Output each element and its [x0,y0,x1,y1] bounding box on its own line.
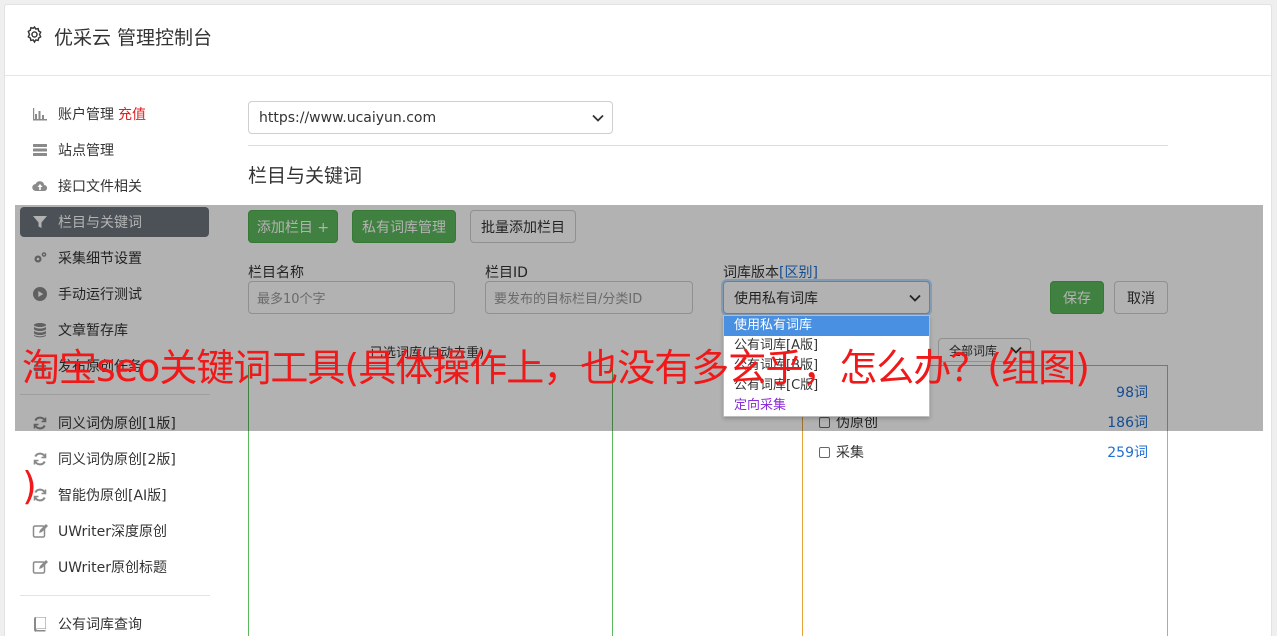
cogs-icon [31,250,48,267]
server-icon [31,142,48,159]
divider [248,145,1168,146]
checkbox[interactable] [819,446,830,458]
sidebar-divider [20,595,210,596]
bar-chart-icon [31,106,48,123]
play-circle-icon [31,286,48,303]
chevron-down-icon [592,114,604,122]
database-icon [31,322,48,339]
difference-link[interactable]: [区别] [779,265,818,281]
column-name-label: 栏目名称 [248,265,304,281]
cancel-button[interactable]: 取消 [1114,281,1168,314]
sidebar-item-label: 同义词伪原创[1版] [58,416,176,432]
page-title: 优采云 管理控制台 [54,27,213,49]
edit-icon [31,559,48,576]
sidebar-item-columns[interactable]: 栏目与关键词 [20,207,209,237]
site-select[interactable]: https://www.ucaiyun.com [248,101,613,134]
sidebar-item-label: 文章暂存库 [58,323,128,339]
sidebar-item-interface[interactable]: 接口文件相关 [20,171,209,201]
sidebar-item-label: 站点管理 [58,143,114,159]
version-select-value: 使用私有词库 [734,290,818,307]
sidebar-item-account[interactable]: 账户管理 充值 [20,99,209,129]
gear-icon [25,25,44,49]
sidebar-item-label: UWriter原创标题 [58,560,167,576]
refresh-icon [31,415,48,432]
save-button[interactable]: 保存 [1050,281,1104,314]
book-icon [31,616,48,633]
sidebar-item-label: 采集细节设置 [58,251,142,267]
sidebar-item-synonym-v1[interactable]: 同义词伪原创[1版] [20,408,209,438]
lib-item-count: 186词 [1107,415,1148,431]
column-id-label: 栏目ID [485,265,528,281]
lib-item-label: 采集 [836,445,864,461]
sidebar-item-uwriter-deep[interactable]: UWriter深度原创 [20,516,209,546]
site-select-value: https://www.ucaiyun.com [259,109,437,126]
sidebar-item-label: 接口文件相关 [58,179,142,195]
sidebar-item-synonym-v2[interactable]: 同义词伪原创[2版] [20,444,209,474]
cloud-upload-icon [31,178,48,195]
edit-icon [31,523,48,540]
top-bar: 优采云 管理控制台 [5,5,1271,76]
filter-icon [31,214,48,231]
version-option[interactable]: 定向采集 [724,396,929,416]
column-name-input[interactable]: 最多10个字 [248,281,455,314]
private-lib-button[interactable]: 私有词库管理 [352,210,456,243]
sidebar-item-label: 手动运行测试 [58,287,142,303]
version-label: 词库版本[区别] [723,262,818,282]
version-select[interactable]: 使用私有词库 [723,281,930,314]
section-title: 栏目与关键词 [248,165,363,187]
chevron-down-icon [909,294,921,302]
sidebar-item-label: 账户管理 [58,107,114,123]
column-id-input[interactable]: 要发布的目标栏目/分类ID [485,281,693,314]
version-option[interactable]: 使用私有词库 [724,316,929,336]
sidebar-item-uwriter-title[interactable]: UWriter原创标题 [20,552,209,582]
sidebar-item-sites[interactable]: 站点管理 [20,135,209,165]
headline-text-tail: ) [22,464,37,508]
sidebar-item-label: 栏目与关键词 [58,215,142,231]
brand: 优采云 管理控制台 [25,23,212,50]
sidebar-item-public-lib[interactable]: 公有词库查询 [20,609,209,636]
lib-item-count: 259词 [1107,445,1148,461]
sidebar-item-collect-settings[interactable]: 采集细节设置 [20,243,209,273]
version-label-text: 词库版本 [723,265,779,281]
sidebar-item-manual-run[interactable]: 手动运行测试 [20,279,209,309]
add-column-button[interactable]: 添加栏目 + [248,210,338,243]
lib-item[interactable]: 采集 [819,442,864,462]
sidebar-item-label: 智能伪原创[AI版] [58,488,167,504]
batch-add-button[interactable]: 批量添加栏目 [470,210,576,243]
sidebar-item-label: UWriter深度原创 [58,524,167,540]
sidebar-item-label: 同义词伪原创[2版] [58,452,176,468]
sidebar-item-ai-rewrite[interactable]: 智能伪原创[AI版] [20,480,209,510]
recharge-link[interactable]: 充值 [118,104,146,124]
sidebar-item-label: 公有词库查询 [58,617,142,633]
headline-text: 淘宝seo关键词工具(具体操作上，也没有多玄乎，怎么办？(组图) [22,346,1090,390]
selected-lib-panel [248,365,613,636]
checkbox[interactable] [819,416,830,428]
